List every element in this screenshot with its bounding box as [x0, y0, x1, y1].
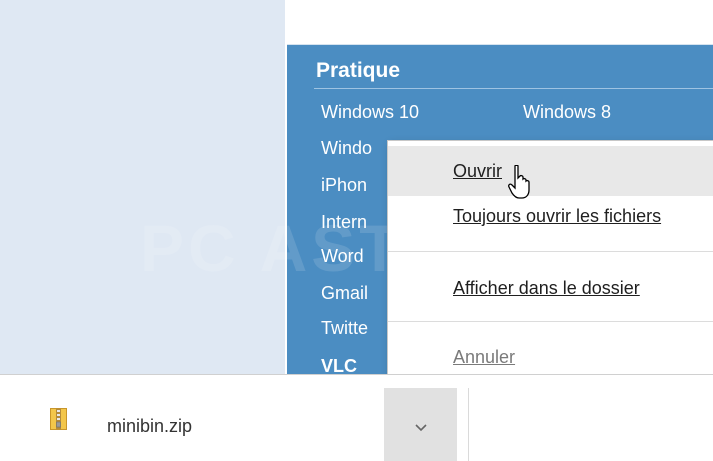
menu-item-show-in-folder-label: Afficher dans le dossier	[453, 278, 640, 298]
menu-item-always-open[interactable]: Toujours ouvrir les fichiers	[388, 191, 713, 241]
download-file-name[interactable]: minibin.zip	[107, 416, 192, 437]
link-windows-8[interactable]: Windows 8	[523, 102, 611, 123]
panel-title: Pratique	[316, 59, 401, 82]
menu-item-cancel-label: Annuler	[453, 347, 516, 367]
link-gmail[interactable]: Gmail	[321, 283, 368, 304]
page-top-strip	[285, 0, 713, 44]
mouse-pointer-icon	[508, 165, 530, 199]
zip-archive-icon	[50, 408, 67, 430]
menu-separator	[388, 321, 713, 322]
link-twitter[interactable]: Twitte	[321, 318, 368, 339]
page-left-pane	[0, 0, 285, 374]
menu-item-open[interactable]: Ouvrir	[388, 146, 713, 196]
download-menu-button[interactable]	[384, 388, 457, 461]
menu-item-open-label: Ouvrir	[453, 161, 502, 181]
link-iphone[interactable]: iPhon	[321, 175, 367, 196]
download-context-menu: Ouvrir Toujours ouvrir les fichiers Affi…	[387, 140, 713, 387]
download-bar: minibin.zip	[0, 374, 713, 461]
menu-item-show-in-folder[interactable]: Afficher dans le dossier	[388, 263, 713, 313]
link-windows[interactable]: Windo	[321, 138, 372, 159]
panel-divider	[314, 88, 713, 89]
menu-item-always-open-label: Toujours ouvrir les fichiers	[453, 206, 662, 226]
link-windows-10[interactable]: Windows 10	[321, 102, 419, 123]
download-bar-divider	[468, 388, 469, 461]
chevron-down-icon	[415, 424, 427, 432]
menu-separator	[388, 251, 713, 252]
